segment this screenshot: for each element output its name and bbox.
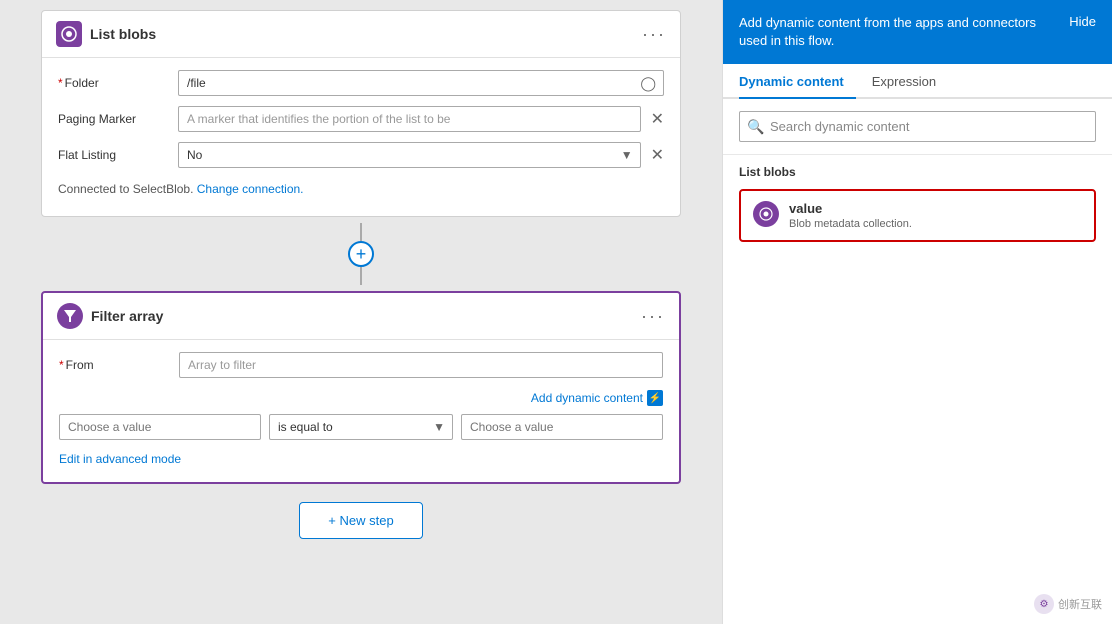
flat-listing-clear-btn[interactable]: ✕ — [651, 145, 664, 165]
watermark-text: 创新互联 — [1058, 596, 1102, 612]
connector: + — [41, 223, 681, 285]
filter-array-menu[interactable]: ··· — [641, 306, 665, 327]
connection-info: Connected to SelectBlob. Change connecti… — [58, 178, 664, 204]
dynamic-item-desc: Blob metadata collection. — [789, 218, 1082, 230]
change-connection-link[interactable]: Change connection. — [197, 182, 304, 196]
paging-input-wrap — [178, 106, 641, 132]
flat-listing-field-row: Flat Listing No Yes ▼ ✕ — [58, 142, 664, 168]
flat-listing-select[interactable]: No Yes — [178, 142, 641, 168]
folder-input[interactable] — [178, 70, 664, 96]
list-blobs-card: List blobs ··· Folder ◯ Paging Marker — [41, 10, 681, 217]
paging-clear-btn[interactable]: ✕ — [651, 109, 664, 129]
dynamic-item-content: value Blob metadata collection. — [789, 201, 1082, 230]
watermark-logo: ⚙ — [1034, 594, 1054, 614]
flat-listing-label: Flat Listing — [58, 148, 168, 162]
connector-plus[interactable]: + — [348, 241, 374, 267]
paging-input[interactable] — [178, 106, 641, 132]
panel-header-text: Add dynamic content from the apps and co… — [739, 14, 1057, 50]
add-dynamic-row: Add dynamic content ⚡ — [59, 388, 663, 414]
filter-array-title: Filter array — [91, 308, 163, 324]
panel-section-title: List blobs — [723, 155, 1112, 185]
list-blobs-icon — [56, 21, 82, 47]
dynamic-icon: ⚡ — [647, 390, 663, 406]
condition-right-input[interactable] — [461, 414, 663, 440]
dynamic-item-value[interactable]: value Blob metadata collection. — [739, 189, 1096, 242]
list-blobs-header-left: List blobs — [56, 21, 156, 47]
edit-advanced-link[interactable]: Edit in advanced mode — [59, 448, 663, 470]
search-input[interactable] — [739, 111, 1096, 142]
dynamic-item-icon — [753, 201, 779, 227]
paging-field-row: Paging Marker ✕ — [58, 106, 664, 132]
list-blobs-header: List blobs ··· — [42, 11, 680, 58]
dynamic-item-name: value — [789, 201, 1082, 216]
folder-icon: ◯ — [640, 75, 656, 92]
panel-header: Add dynamic content from the apps and co… — [723, 0, 1112, 64]
filter-array-icon — [57, 303, 83, 329]
folder-input-wrap: ◯ — [178, 70, 664, 96]
folder-label: Folder — [58, 76, 168, 90]
hide-panel-btn[interactable]: Hide — [1069, 14, 1096, 29]
list-blobs-body: Folder ◯ Paging Marker ✕ Flat List — [42, 58, 680, 216]
connector-line-bottom — [360, 267, 362, 285]
flat-listing-select-wrap: No Yes ▼ — [178, 142, 641, 168]
condition-operator-wrap: is equal to is not equal to is greater t… — [269, 414, 453, 440]
from-label: From — [59, 358, 169, 372]
panel-search-area: 🔍 — [723, 99, 1112, 155]
tab-dynamic-content[interactable]: Dynamic content — [739, 64, 856, 97]
condition-operator-select[interactable]: is equal to is not equal to is greater t… — [269, 414, 453, 440]
filter-array-header-left: Filter array — [57, 303, 163, 329]
new-step-button[interactable]: + New step — [299, 502, 422, 539]
new-step-wrap: + New step — [20, 502, 702, 539]
filter-array-header: Filter array ··· — [43, 293, 679, 340]
condition-left-input[interactable] — [59, 414, 261, 440]
filter-array-body: From Add dynamic content ⚡ — [43, 340, 679, 482]
tab-expression[interactable]: Expression — [872, 64, 948, 97]
from-field-row: From — [59, 352, 663, 378]
list-blobs-title: List blobs — [90, 26, 156, 42]
search-icon: 🔍 — [747, 118, 764, 135]
watermark: ⚙ 创新互联 — [1034, 594, 1102, 614]
list-blobs-menu[interactable]: ··· — [642, 24, 666, 45]
add-dynamic-link[interactable]: Add dynamic content ⚡ — [531, 390, 663, 406]
filter-conditions: is equal to is not equal to is greater t… — [59, 414, 663, 440]
panel-tabs: Dynamic content Expression — [723, 64, 1112, 99]
right-panel: Add dynamic content from the apps and co… — [722, 0, 1112, 624]
from-input[interactable] — [179, 352, 663, 378]
paging-label: Paging Marker — [58, 112, 168, 126]
filter-array-card: Filter array ··· From Add dynamic conten… — [41, 291, 681, 484]
from-input-wrap — [179, 352, 663, 378]
connector-line-top — [360, 223, 362, 241]
folder-field-row: Folder ◯ — [58, 70, 664, 96]
